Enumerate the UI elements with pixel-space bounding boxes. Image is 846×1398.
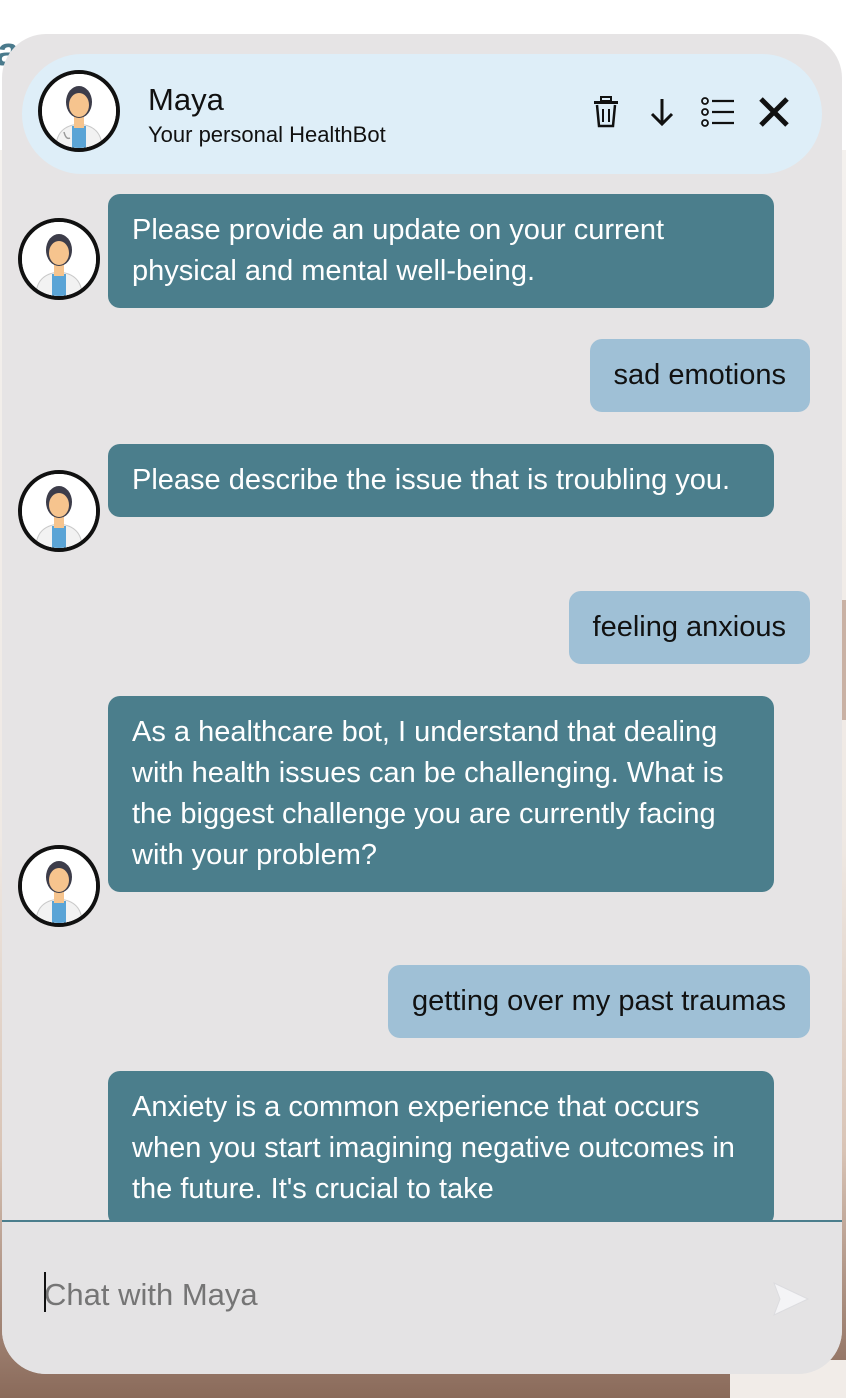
bot-message: As a healthcare bot, I understand that d…: [108, 696, 774, 892]
bot-message-avatar: [18, 845, 100, 927]
chat-header: Maya Your personal HealthBot: [22, 54, 822, 174]
doctor-avatar-icon: [22, 474, 96, 548]
user-message: getting over my past traumas: [388, 965, 810, 1038]
text-caret: [44, 1272, 46, 1312]
doctor-avatar-icon: [22, 222, 96, 296]
doctor-avatar-icon: [22, 849, 96, 923]
bot-subtitle: Your personal HealthBot: [148, 122, 386, 147]
doctor-avatar-icon: [42, 74, 116, 148]
bot-message: Please describe the issue that is troubl…: [108, 444, 774, 517]
bot-name: Maya: [148, 82, 224, 117]
bot-message: Anxiety is a common experience that occu…: [108, 1071, 774, 1220]
bot-message-avatar: [18, 470, 100, 552]
arrow-down-icon[interactable]: [642, 92, 682, 132]
message-composer: [2, 1220, 842, 1374]
message-list[interactable]: Please provide an update on your current…: [2, 194, 842, 1220]
bot-message: Please provide an update on your current…: [108, 194, 774, 308]
user-message: sad emotions: [589, 339, 810, 412]
bot-message-avatar: [18, 218, 100, 300]
close-icon[interactable]: [754, 92, 794, 132]
list-icon[interactable]: [698, 92, 738, 132]
trash-icon[interactable]: [586, 92, 626, 132]
chat-input[interactable]: [42, 1272, 746, 1318]
user-message: feeling anxious: [568, 591, 810, 664]
send-icon: [773, 1282, 810, 1316]
send-button[interactable]: [772, 1280, 812, 1320]
chat-widget: Maya Your personal HealthBot Please prov…: [2, 34, 842, 1374]
bot-avatar: [38, 70, 120, 152]
